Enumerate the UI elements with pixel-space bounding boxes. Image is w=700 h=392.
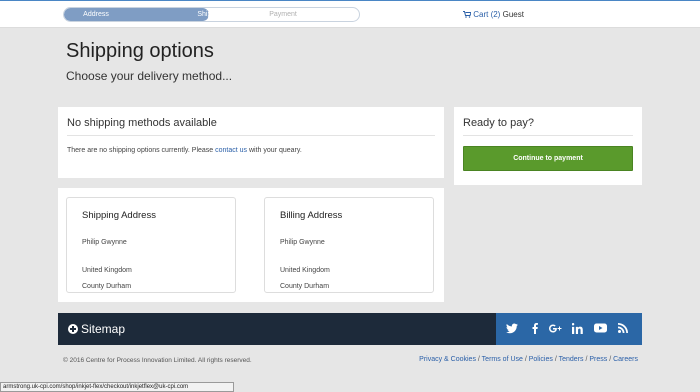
cart-link[interactable]: Cart (2) [463, 10, 503, 19]
checkout-progress-bar: Address Shipping Payment [63, 7, 360, 22]
payment-panel: Ready to pay? Continue to payment [454, 107, 642, 185]
linkedin-icon[interactable] [572, 323, 586, 334]
browser-status-url: armstrong.uk-cpi.com/shop/inkjet-flex/ch… [0, 382, 234, 392]
user-name[interactable]: Guest [503, 10, 524, 19]
billing-address-county: County Durham [280, 283, 330, 290]
billing-address-country: United Kingdom [280, 267, 330, 274]
no-shipping-message: There are no shipping options currently.… [67, 147, 302, 154]
page-title: Shipping options [66, 40, 214, 62]
billing-address-name: Philip Gwynne [280, 239, 325, 246]
sitemap-label: Sitemap [81, 322, 126, 336]
progress-step-address[interactable]: Address [64, 8, 128, 21]
shipping-methods-panel: No shipping methods available There are … [58, 107, 444, 178]
message-text-after: with your queary. [247, 147, 302, 154]
cart-icon [463, 11, 471, 18]
shipping-address-name: Philip Gwynne [82, 239, 127, 246]
page-subtitle: Choose your delivery method... [66, 69, 233, 83]
twitter-icon[interactable] [506, 323, 520, 334]
divider [67, 135, 435, 136]
footer-link-tenders[interactable]: Tenders [559, 356, 584, 363]
copyright-text: © 2016 Centre for Process Innovation Lim… [63, 357, 252, 364]
message-text-before: There are no shipping options currently.… [67, 147, 216, 154]
rss-icon[interactable] [618, 323, 632, 333]
youtube-icon[interactable] [594, 323, 608, 333]
payment-heading: Ready to pay? [463, 117, 534, 129]
contact-us-link[interactable]: contact us [215, 147, 247, 154]
billing-address-card: Billing Address Philip Gwynne United Kin… [264, 197, 434, 293]
progress-step-payment: Payment [269, 11, 297, 18]
footer-link-terms[interactable]: Terms of Use [482, 356, 523, 363]
sitemap-bar: Sitemap [58, 313, 642, 345]
google-plus-icon[interactable] [549, 323, 563, 334]
sitemap-toggle[interactable]: Sitemap [68, 322, 125, 336]
facebook-icon[interactable] [529, 323, 543, 334]
footer-links: Privacy & Cookies / Terms of Use / Polic… [419, 356, 638, 363]
shipping-address-county: County Durham [82, 283, 132, 290]
cart-label: Cart (2) [473, 10, 501, 19]
footer-link-careers[interactable]: Careers [613, 356, 638, 363]
footer-link-policies[interactable]: Policies [529, 356, 553, 363]
social-links [496, 313, 642, 345]
shipping-address-card: Shipping Address Philip Gwynne United Ki… [66, 197, 236, 293]
cart-area: Cart (2) Guest [463, 10, 524, 19]
shipping-address-heading: Shipping Address [82, 210, 156, 221]
divider [463, 135, 633, 136]
progress-step-shipping[interactable]: Shipping [182, 8, 240, 21]
plus-circle-icon [68, 324, 78, 334]
top-bar: Address Shipping Payment Cart (2) Guest [0, 0, 700, 28]
footer-link-press[interactable]: Press [589, 356, 607, 363]
addresses-panel: Shipping Address Philip Gwynne United Ki… [58, 188, 444, 302]
shipping-methods-heading: No shipping methods available [67, 117, 217, 129]
billing-address-heading: Billing Address [280, 210, 343, 221]
continue-to-payment-button[interactable]: Continue to payment [463, 146, 633, 171]
shipping-address-country: United Kingdom [82, 267, 132, 274]
footer-link-privacy[interactable]: Privacy & Cookies [419, 356, 476, 363]
